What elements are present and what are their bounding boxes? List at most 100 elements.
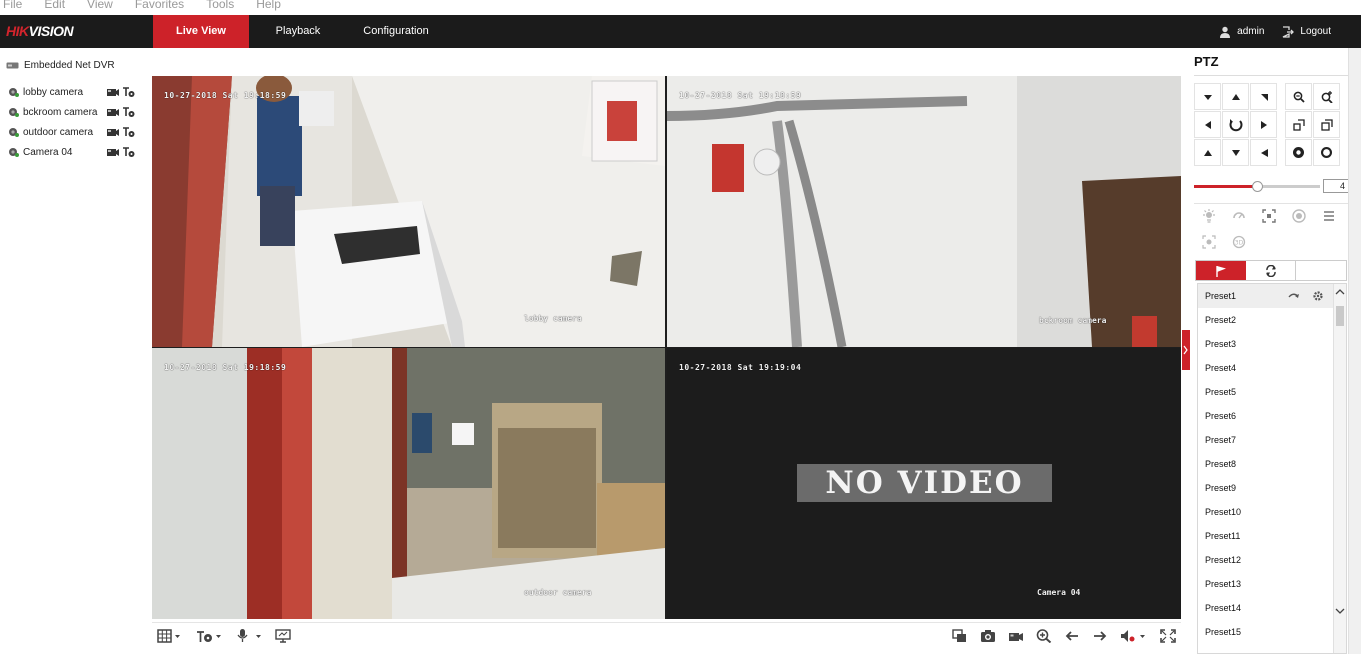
camera-row-outdoor[interactable]: outdoor camera xyxy=(8,126,135,138)
tab-configuration[interactable]: Configuration xyxy=(348,15,444,48)
digital-zoom-view-button[interactable] xyxy=(275,628,291,644)
preset-item[interactable]: Preset15 xyxy=(1198,620,1334,644)
next-page-button[interactable] xyxy=(1092,628,1108,644)
logout-link[interactable]: Logout xyxy=(1300,26,1331,37)
digital-zoom-button[interactable] xyxy=(1036,628,1052,644)
live-view-toolbar xyxy=(152,622,1181,650)
manual-tracking-button[interactable] xyxy=(1198,234,1220,250)
ptz-down-left-button[interactable] xyxy=(1194,139,1221,166)
preset-item[interactable]: Preset8 xyxy=(1198,452,1334,476)
focus-far-button[interactable] xyxy=(1313,111,1340,138)
browser-menubar: File Edit View Favorites Tools Help xyxy=(0,0,1361,15)
ptz-toggle-button[interactable] xyxy=(196,628,224,644)
ptz-right-button[interactable] xyxy=(1250,111,1277,138)
menu-view[interactable]: View xyxy=(87,0,113,10)
preset-item[interactable]: Preset14 xyxy=(1198,596,1334,620)
menu-favorites[interactable]: Favorites xyxy=(135,0,184,10)
preset-label: Preset11 xyxy=(1205,531,1241,541)
device-node[interactable]: Embedded Net DVR xyxy=(6,60,115,71)
chevron-down-icon[interactable] xyxy=(1334,606,1346,616)
scrollbar-thumb[interactable] xyxy=(1336,306,1344,326)
camera-row-bckroom[interactable]: bckroom camera xyxy=(8,106,135,118)
menu-file[interactable]: File xyxy=(3,0,22,10)
speed-slider-handle[interactable] xyxy=(1252,181,1263,192)
menu-button[interactable] xyxy=(1318,208,1340,224)
preset-scrollbar[interactable] xyxy=(1333,284,1346,653)
ptz-panel-collapse-handle[interactable] xyxy=(1182,330,1190,370)
arrow-down-left-icon xyxy=(1203,149,1212,156)
preset-item[interactable]: Preset9 xyxy=(1198,476,1334,500)
preset-item[interactable]: Preset7 xyxy=(1198,428,1334,452)
light-button[interactable] xyxy=(1198,208,1220,224)
menu-edit[interactable]: Edit xyxy=(44,0,65,10)
record-icon[interactable] xyxy=(106,106,119,118)
ptz-up-button[interactable] xyxy=(1222,83,1249,110)
osd-camera-name: outdoor camera xyxy=(524,588,592,597)
menu-tools[interactable]: Tools xyxy=(206,0,234,10)
preset-label: Preset5 xyxy=(1205,387,1237,397)
zoom-in-button[interactable] xyxy=(1313,83,1340,110)
3d-zoom-button[interactable]: 3D xyxy=(1228,234,1250,250)
video-tile-lobby[interactable]: 10-27-2018 Sat 19:18:59 lobby camera xyxy=(152,76,665,347)
tab-presets[interactable] xyxy=(1196,261,1246,280)
preset-item[interactable]: Preset2 xyxy=(1198,308,1334,332)
ptz-control-icon[interactable] xyxy=(122,86,135,98)
focus-near-button[interactable] xyxy=(1285,111,1312,138)
auxiliary-focus-button[interactable] xyxy=(1258,208,1280,224)
ptz-control-icon[interactable] xyxy=(122,126,135,138)
arrow-up-left-icon xyxy=(1203,94,1212,100)
preset-item[interactable]: Preset5 xyxy=(1198,380,1334,404)
preset-item[interactable]: Preset10 xyxy=(1198,500,1334,524)
ptz-control-icon[interactable] xyxy=(122,106,135,118)
tab-live-view[interactable]: Live View xyxy=(153,15,249,48)
record-all-button[interactable] xyxy=(1008,628,1024,644)
tab-patrols[interactable] xyxy=(1246,261,1296,280)
video-tile-outdoor[interactable]: 10-27-2018 Sat 19:18:59 outdoor camera xyxy=(152,348,665,619)
audio-talk-button[interactable] xyxy=(236,628,264,644)
chevron-up-icon[interactable] xyxy=(1334,287,1346,297)
fullscreen-button[interactable] xyxy=(1160,628,1176,644)
preset-item[interactable]: Preset12 xyxy=(1198,548,1334,572)
capture-button[interactable] xyxy=(980,628,996,644)
ptz-icon xyxy=(197,631,221,642)
previous-page-button[interactable] xyxy=(1064,628,1080,644)
video-tile-bckroom[interactable]: 10-27-2018 Sat 19:18:59 bckroom camera xyxy=(667,76,1181,347)
iris-open-button[interactable] xyxy=(1285,139,1312,166)
wiper-button[interactable] xyxy=(1228,208,1250,224)
preset-item[interactable]: Preset13 xyxy=(1198,572,1334,596)
window-layout-button[interactable] xyxy=(157,628,181,644)
preset-item[interactable]: Preset6 xyxy=(1198,404,1334,428)
preset-item[interactable]: Preset4 xyxy=(1198,356,1334,380)
ptz-down-right-button[interactable] xyxy=(1250,139,1277,166)
ptz-down-button[interactable] xyxy=(1222,139,1249,166)
preset-item[interactable]: Preset1 xyxy=(1198,284,1334,308)
ptz-auto-scan-button[interactable] xyxy=(1222,111,1249,138)
camera-icon xyxy=(9,88,19,97)
record-icon[interactable] xyxy=(106,146,119,158)
zoom-out-button[interactable] xyxy=(1285,83,1312,110)
gear-icon[interactable] xyxy=(1312,284,1324,308)
stop-all-preview-button[interactable] xyxy=(952,628,968,644)
lens-init-button[interactable] xyxy=(1288,208,1310,224)
record-icon[interactable] xyxy=(106,126,119,138)
call-preset-icon[interactable] xyxy=(1288,284,1300,308)
tab-playback[interactable]: Playback xyxy=(260,15,336,48)
window-scrollbar[interactable] xyxy=(1348,48,1361,654)
osd-timestamp: 10-27-2018 Sat 19:18:59 xyxy=(164,363,287,372)
preset-item[interactable]: Preset11 xyxy=(1198,524,1334,548)
logout-icon[interactable] xyxy=(1282,25,1295,38)
video-tile-camera04[interactable]: 10-27-2018 Sat 19:19:04 NO VIDEO Camera … xyxy=(667,348,1181,619)
camera-row-lobby[interactable]: lobby camera xyxy=(8,86,135,98)
camera-row-camera04[interactable]: Camera 04 xyxy=(8,146,135,158)
volume-button[interactable] xyxy=(1120,628,1148,644)
ptz-up-left-button[interactable] xyxy=(1194,83,1221,110)
ptz-speed-slider[interactable]: 4 xyxy=(1194,179,1350,193)
camera-label: lobby camera xyxy=(23,86,84,98)
ptz-left-button[interactable] xyxy=(1194,111,1221,138)
ptz-up-right-button[interactable] xyxy=(1250,83,1277,110)
record-icon[interactable] xyxy=(106,86,119,98)
ptz-control-icon[interactable] xyxy=(122,146,135,158)
preset-item[interactable]: Preset3 xyxy=(1198,332,1334,356)
iris-close-button[interactable] xyxy=(1313,139,1340,166)
menu-help[interactable]: Help xyxy=(256,0,281,10)
